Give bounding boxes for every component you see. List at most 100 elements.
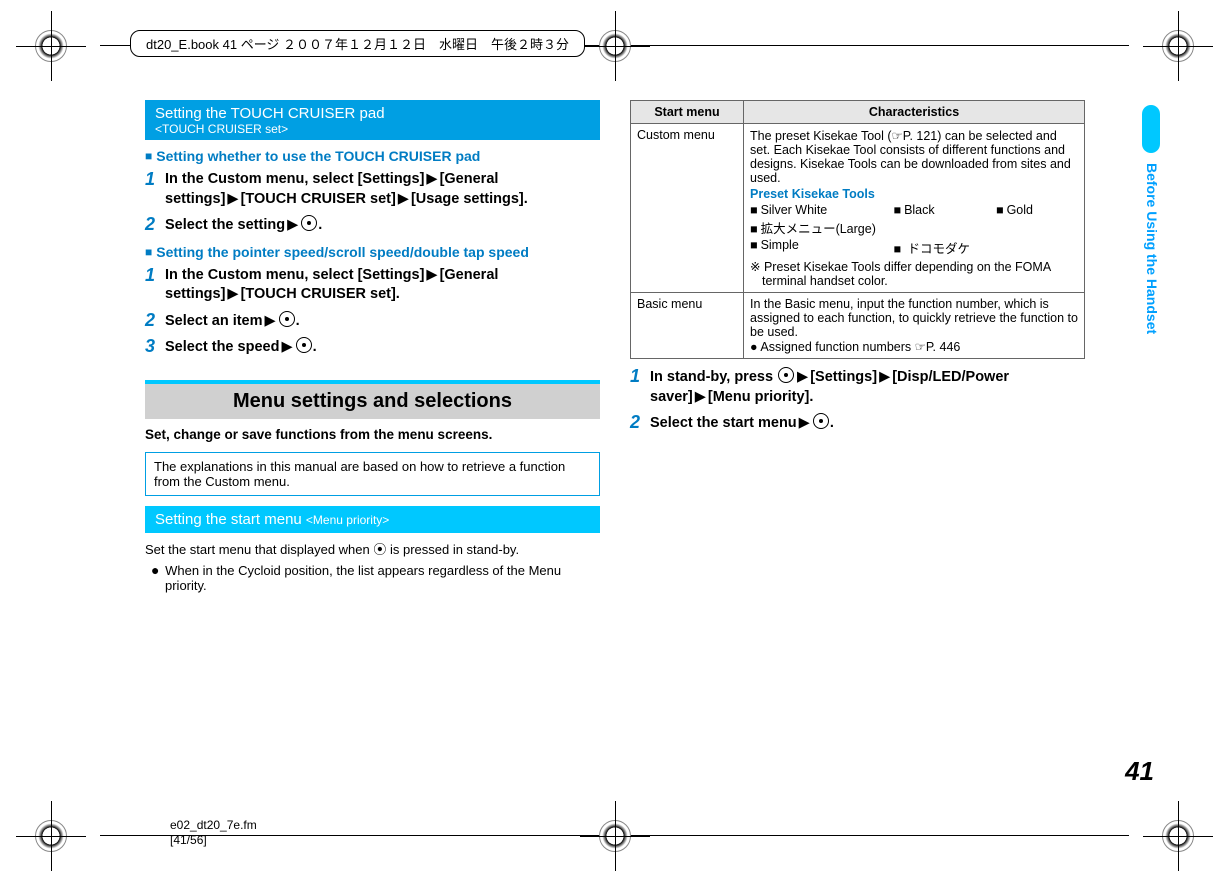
intro-text: Set, change or save functions from the m… [145,427,600,442]
text: [TOUCH CRUISER set]. [241,286,400,302]
ok-button-icon [279,311,295,327]
text: Black [904,203,935,217]
bullet-icon: ● [151,562,159,578]
text: [Settings] [810,369,877,385]
text: [Menu priority]. [708,389,814,405]
section-title-text: Menu settings and selections [145,384,600,419]
square-icon: ■ [750,203,758,217]
text: Gold [1007,203,1033,217]
list-item: ● Assigned function numbers ☞P. 446 [750,339,1078,354]
ok-button-icon [813,413,829,429]
step-3: 3 Select the speed▶. [145,337,600,358]
text: The preset Kisekae Tool (☞P. 121) can be… [750,128,1078,185]
text: Assigned function numbers ☞P. 446 [760,340,960,354]
preset-title: Preset Kisekae Tools [750,187,1078,201]
text: Select an item [165,313,263,329]
feature-header: Setting the TOUCH CRUISER pad <TOUCH CRU… [145,100,600,140]
step-number: 1 [145,170,159,188]
header-title: Setting the start menu [155,511,302,528]
triangle-icon: ▶ [287,217,298,233]
printer-footer: e02_dt20_7e.fm [41/56] [0,805,1229,865]
header-subtitle: <Menu priority> [306,513,389,527]
square-icon: ■ [996,203,1004,217]
triangle-icon: ▶ [281,339,292,355]
right-column: Start menu Characteristics Custom menu T… [630,100,1085,597]
table-row: Custom menu The preset Kisekae Tool (☞P.… [631,124,1085,293]
cell-body: The preset Kisekae Tool (☞P. 121) can be… [744,124,1085,293]
tools-row: ■Silver White ■Black ■Gold [750,203,1078,217]
triangle-icon: ▶ [227,191,238,207]
step-1: 1 In the Custom menu, select [Settings]▶… [145,266,600,305]
text: Silver White [761,203,828,217]
th-characteristics: Characteristics [744,101,1085,124]
tool-item: ■Gold [996,203,1078,217]
triangle-icon: ▶ [227,286,238,302]
text: [Usage settings]. [411,191,528,207]
text: In the Basic menu, input the function nu… [750,297,1078,339]
side-tab: Before Using the Handset [1140,105,1160,375]
subsection-title: ■Setting the pointer speed/scroll speed/… [145,244,600,260]
triangle-icon: ▶ [799,415,810,431]
step-number: 1 [630,367,644,385]
triangle-icon: ▶ [695,389,706,405]
step-body: In the Custom menu, select [Settings]▶[G… [165,170,600,209]
feature-header: Setting the start menu <Menu priority> [145,506,600,533]
note-box: The explanations in this manual are base… [145,452,600,496]
step-list: 1 In the Custom menu, select [Settings]▶… [145,170,600,236]
tool-item: ■ ドコモダケ [894,238,1079,257]
tool-item: ■Simple [750,238,894,257]
subsection-title: ■Setting whether to use the TOUCH CRUISE… [145,148,600,164]
header-subtitle: <TOUCH CRUISER set> [155,122,590,136]
footer-text: e02_dt20_7e.fm [41/56] [170,818,257,847]
text: In the Custom menu, select [Settings] [165,171,424,187]
cell-body: In the Basic menu, input the function nu… [744,293,1085,359]
text: Select the speed [165,339,279,355]
tool-item: ■拡大メニュー(Large) [750,222,876,236]
ok-button-icon [296,337,312,353]
cell-label: Custom menu [631,124,744,293]
step-list: 1 In stand-by, press ▶[Settings]▶[Disp/L… [630,367,1085,434]
step-1: 1 In the Custom menu, select [Settings]▶… [145,170,600,209]
square-icon: ■ [750,222,758,236]
registration-mark-icon [599,820,631,852]
registration-mark-icon [35,820,67,852]
page: dt20_E.book 41 ページ ２００７年１２月１２日 水曜日 午後２時３… [0,0,1229,885]
triangle-icon: ▶ [426,171,437,187]
triangle-icon: ▶ [265,313,276,329]
square-icon: ■ [894,242,902,256]
tool-item: ■Black [894,203,997,217]
triangle-icon: ▶ [797,369,808,385]
left-column: Setting the TOUCH CRUISER pad <TOUCH CRU… [145,100,600,597]
step-number: 2 [145,215,159,233]
table-header-row: Start menu Characteristics [631,101,1085,124]
tools-note: ※ Preset Kisekae Tools differ depending … [750,259,1078,288]
footer-page: [41/56] [170,833,257,847]
triangle-icon: ▶ [398,191,409,207]
tools-row: ■拡大メニュー(Large) [750,218,1078,237]
step-body: In stand-by, press ▶[Settings]▶[Disp/LED… [650,367,1085,407]
subsection-text: Setting whether to use the TOUCH CRUISER… [156,148,480,164]
step-body: Select an item▶. [165,311,600,332]
step-body: Select the setting▶. [165,215,600,236]
step-list: 1 In the Custom menu, select [Settings]▶… [145,266,600,358]
section-name: Before Using the Handset [1144,163,1160,334]
subsection-text: Setting the pointer speed/scroll speed/d… [156,244,529,260]
page-number: 41 [1125,756,1154,787]
square-icon: ■ [894,203,902,217]
step-number: 2 [145,311,159,329]
step-number: 2 [630,413,644,431]
table-row: Basic menu In the Basic menu, input the … [631,293,1085,359]
th-start-menu: Start menu [631,101,744,124]
header-title: Setting the TOUCH CRUISER pad [155,105,590,122]
step-2: 2 Select the start menu▶. [630,413,1085,434]
content: Setting the TOUCH CRUISER pad <TOUCH CRU… [145,100,1085,597]
step-body: In the Custom menu, select [Settings]▶[G… [165,266,600,305]
bullet-icon: ● [750,340,758,354]
registration-mark-icon [1162,30,1194,62]
text: In the Custom menu, select [Settings] [165,267,424,283]
step-2: 2 Select an item▶. [145,311,600,332]
step-1: 1 In stand-by, press ▶[Settings]▶[Disp/L… [630,367,1085,407]
step-body: Select the start menu▶. [650,413,1085,434]
text: [TOUCH CRUISER set] [241,191,396,207]
section-title: Menu settings and selections [145,380,600,419]
